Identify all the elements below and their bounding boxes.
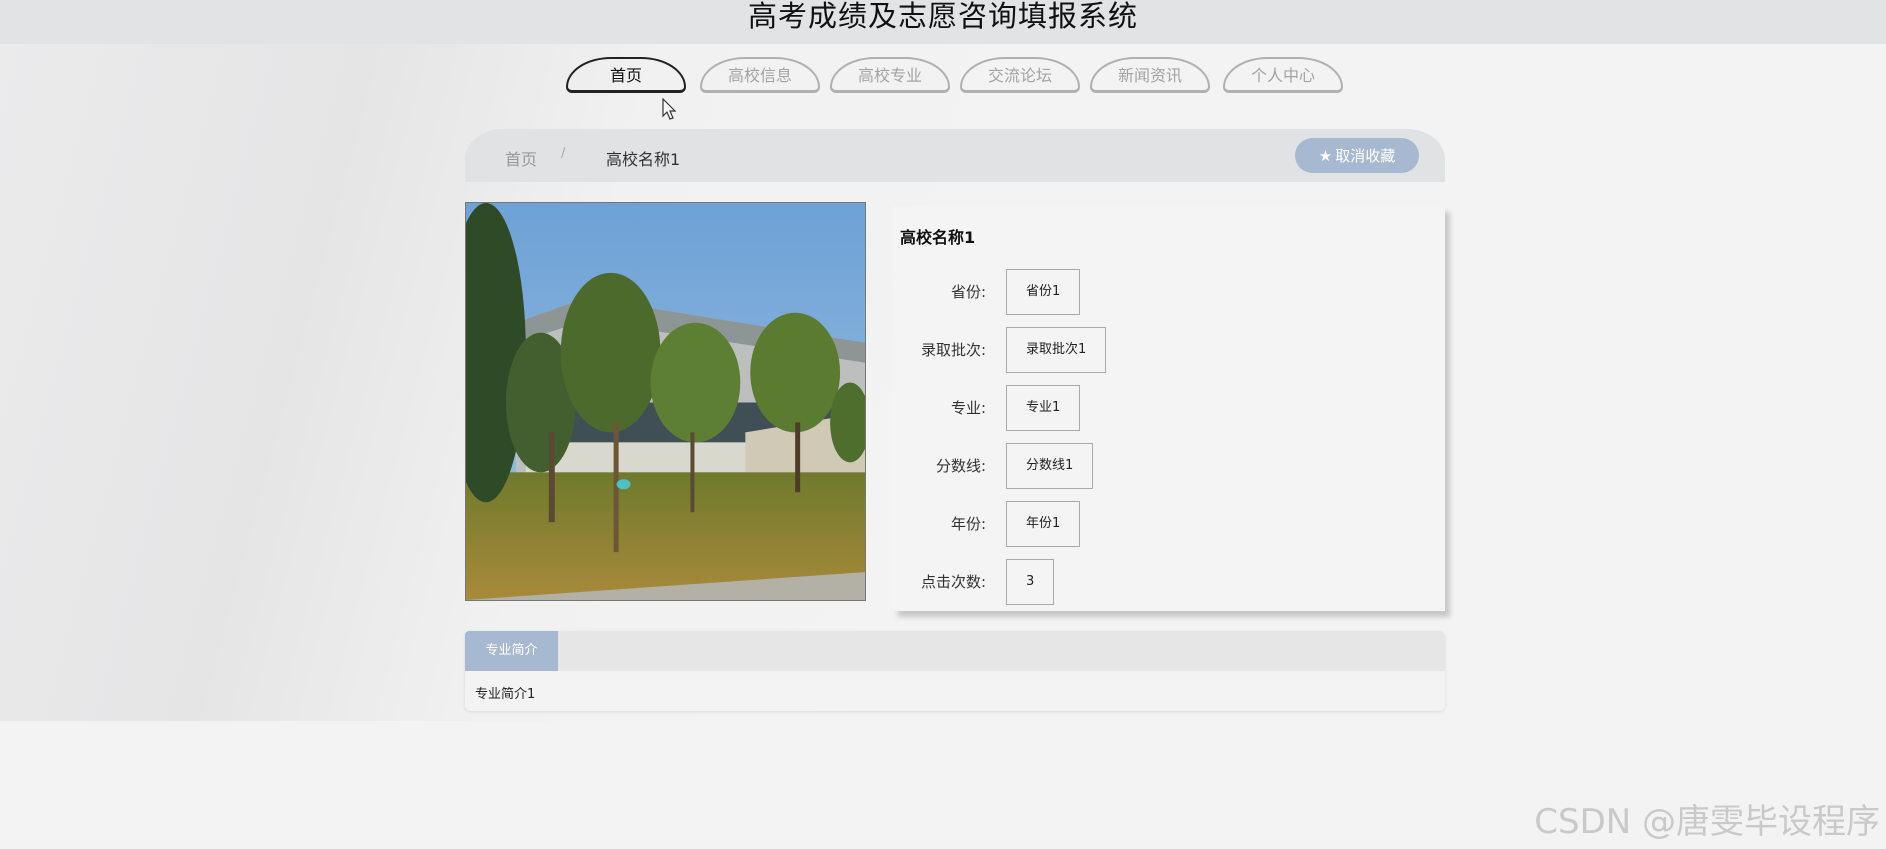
breadcrumb-separator: / [561,146,566,161]
university-info-card: 高校名称1 省份: 省份1 录取批次: 录取批次1 专业: 专业1 分数线: 分… [893,206,1445,611]
field-label: 分数线: [935,457,986,475]
field-label: 点击次数: [920,573,986,591]
field-value: 录取批次1 [1006,327,1107,373]
nav-tab-university-info[interactable]: 高校信息 [700,57,820,93]
nav-tab-university-majors[interactable]: 高校专业 [830,57,950,93]
tab-content: 专业简介1 [475,687,536,702]
breadcrumb-bar: 首页 / 高校名称1 ★ 取消收藏 [465,129,1445,182]
watermark: CSDN @唐雯毕设程序 [1534,802,1880,842]
tabs-header: 专业简介 [465,631,1445,671]
mouse-cursor-icon [662,98,677,120]
star-icon: ★ [1318,148,1333,165]
field-label: 录取批次: [920,341,986,359]
field-value: 年份1 [1006,501,1081,547]
field-value: 省份1 [1006,269,1081,315]
field-label: 专业: [950,399,986,417]
field-label: 年份: [950,515,986,533]
intro-tabs: 专业简介 专业简介1 [465,631,1445,711]
breadcrumb-home-link[interactable]: 首页 [505,146,537,170]
university-photo [465,202,866,601]
field-value: 3 [1006,559,1055,605]
field-value: 分数线1 [1006,443,1094,489]
nav-tab-forum[interactable]: 交流论坛 [960,57,1080,93]
breadcrumb-current: 高校名称1 [606,150,681,169]
nav-tab-home[interactable]: 首页 [566,57,686,93]
site-title: 高考成绩及志愿咨询填报系统 [747,0,1138,33]
field-label: 省份: [950,283,986,301]
nav-tab-news[interactable]: 新闻资讯 [1090,57,1210,93]
header-bar: 高考成绩及志愿咨询填报系统 [0,0,1886,44]
university-name: 高校名称1 [900,228,976,247]
field-value: 专业1 [1006,385,1081,431]
nav-tab-personal-center[interactable]: 个人中心 [1223,57,1343,93]
tab-major-intro[interactable]: 专业简介 [465,631,558,671]
unfavorite-label: 取消收藏 [1335,148,1396,165]
unfavorite-button[interactable]: ★ 取消收藏 [1295,138,1419,173]
